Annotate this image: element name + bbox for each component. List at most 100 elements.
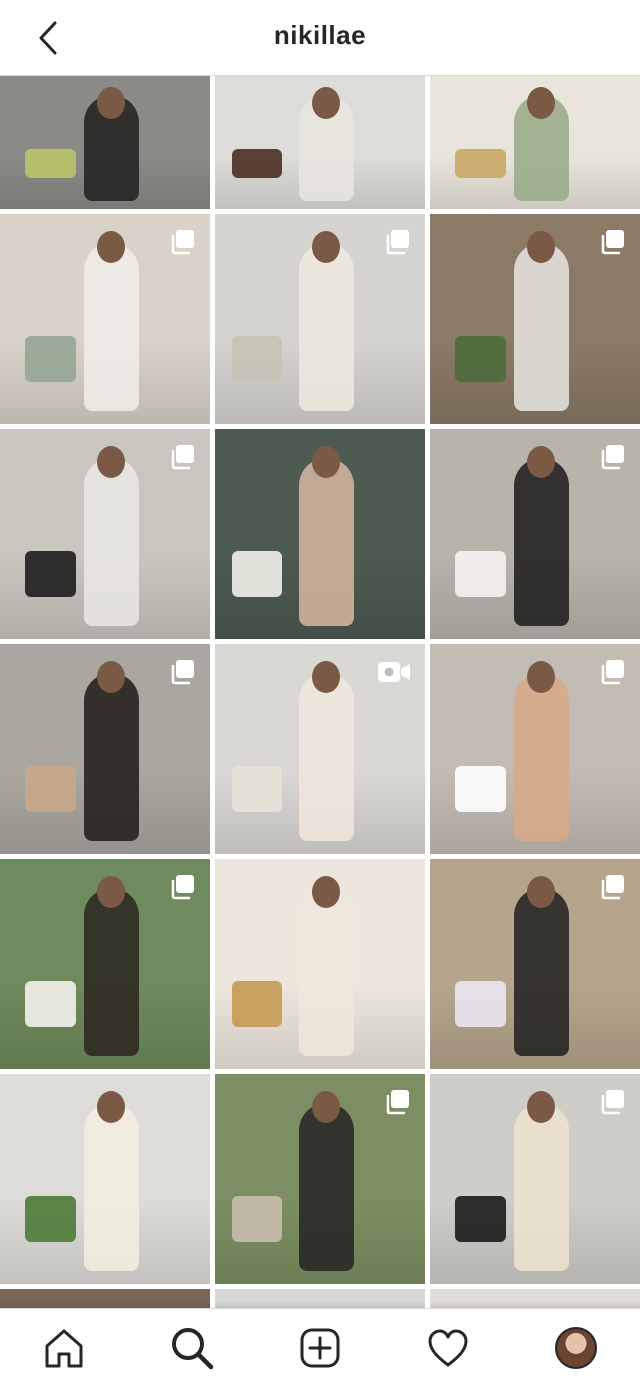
photo-subject-head: [312, 230, 341, 263]
photo-subject-head: [527, 1090, 556, 1123]
photo-subject-head: [97, 1090, 126, 1123]
photo-object: [231, 550, 283, 597]
carousel-icon: [601, 660, 624, 685]
photo-subject-head: [312, 86, 341, 119]
grid-post-tile[interactable]: [0, 1289, 210, 1309]
photo-subject: [299, 673, 354, 842]
grid-post-tile[interactable]: [215, 429, 425, 639]
nav-search[interactable]: [160, 1316, 224, 1380]
post-thumbnail: [0, 1289, 210, 1309]
grid-post-tile[interactable]: [215, 644, 425, 854]
grid-post-tile[interactable]: [0, 859, 210, 1069]
photo-subject: [514, 888, 569, 1057]
photo-subject: [299, 243, 354, 412]
grid-post-tile[interactable]: [215, 214, 425, 424]
photo-object: [455, 335, 506, 382]
grid-post-tile[interactable]: [430, 1074, 640, 1284]
photo-object: [231, 1195, 283, 1242]
photo-object: [25, 335, 76, 382]
nav-profile[interactable]: [544, 1316, 608, 1380]
photo-subject: [299, 458, 354, 627]
post-thumbnail: [430, 1289, 640, 1309]
profile-username-title: nikillae: [273, 20, 367, 50]
grid-post-tile[interactable]: [215, 76, 425, 209]
photo-subject: [514, 243, 569, 412]
photo-subject: [299, 888, 354, 1057]
grid-post-tile[interactable]: [215, 859, 425, 1069]
carousel-icon: [601, 445, 624, 470]
photo-subject-head: [527, 875, 556, 908]
post-thumbnail: [215, 1289, 425, 1309]
carousel-icon: [171, 230, 194, 255]
grid-post-tile[interactable]: [0, 644, 210, 854]
carousel-icon: [601, 1090, 624, 1115]
photo-object: [25, 550, 76, 597]
carousel-icon: [171, 875, 194, 900]
carousel-icon: [171, 660, 194, 685]
photo-object: [231, 980, 283, 1027]
photo-subject-head: [312, 875, 341, 908]
photo-grid: [0, 76, 640, 1309]
photo-subject: [514, 673, 569, 842]
nav-home[interactable]: [32, 1316, 96, 1380]
photo-subject-head: [312, 445, 341, 478]
photo-object: [25, 149, 76, 179]
photo-object: [25, 980, 76, 1027]
photo-object: [231, 765, 283, 812]
photo-subject: [84, 673, 139, 842]
photo-subject-head: [97, 230, 126, 263]
photo-subject-head: [97, 875, 126, 908]
photo-subject-head: [97, 86, 126, 119]
carousel-icon: [171, 445, 194, 470]
grid-post-tile[interactable]: [0, 76, 210, 209]
grid-post-tile[interactable]: [430, 76, 640, 209]
photo-subject-head: [97, 660, 126, 693]
photo-subject: [84, 458, 139, 627]
carousel-icon: [386, 230, 409, 255]
photo-subject-head: [97, 445, 126, 478]
grid-post-tile[interactable]: [430, 644, 640, 854]
photo-subject: [84, 243, 139, 412]
grid-post-tile[interactable]: [430, 859, 640, 1069]
top-bar: nikillae: [0, 0, 640, 76]
nav-new-post[interactable]: [288, 1316, 352, 1380]
photo-subject-head: [527, 660, 556, 693]
grid-post-tile[interactable]: [0, 429, 210, 639]
photo-subject-head: [527, 445, 556, 478]
search-icon: [172, 1327, 214, 1369]
photo-subject: [514, 1103, 569, 1272]
photo-subject: [84, 888, 139, 1057]
new-post-icon: [300, 1328, 340, 1367]
grid-post-tile[interactable]: [0, 214, 210, 424]
photo-subject: [514, 458, 569, 627]
photo-subject: [84, 1103, 139, 1272]
grid-post-tile[interactable]: [430, 214, 640, 424]
photo-subject-head: [312, 1090, 341, 1123]
photo-object: [455, 980, 506, 1027]
photo-subject-head: [312, 660, 341, 693]
photo-subject: [299, 1103, 354, 1272]
grid-post-tile[interactable]: [215, 1074, 425, 1284]
photo-object: [455, 149, 506, 179]
photo-subject-head: [527, 86, 556, 119]
photo-object: [231, 149, 283, 179]
grid-post-tile[interactable]: [430, 1289, 640, 1309]
photo-object: [455, 550, 506, 597]
carousel-icon: [386, 1090, 409, 1115]
photo-object: [455, 765, 506, 812]
photo-subject-head: [527, 230, 556, 263]
video-icon: [378, 662, 410, 682]
carousel-icon: [601, 875, 624, 900]
nav-activity[interactable]: [416, 1316, 480, 1380]
photo-object: [25, 1195, 76, 1242]
grid-post-tile[interactable]: [430, 429, 640, 639]
profile-avatar: [555, 1326, 597, 1369]
home-icon: [45, 1329, 83, 1367]
bottom-navigation: [0, 1308, 640, 1386]
carousel-icon: [601, 230, 624, 255]
photo-object: [25, 765, 76, 812]
heart-icon: [428, 1329, 468, 1366]
photo-object: [231, 335, 283, 382]
grid-post-tile[interactable]: [0, 1074, 210, 1284]
grid-post-tile[interactable]: [215, 1289, 425, 1309]
